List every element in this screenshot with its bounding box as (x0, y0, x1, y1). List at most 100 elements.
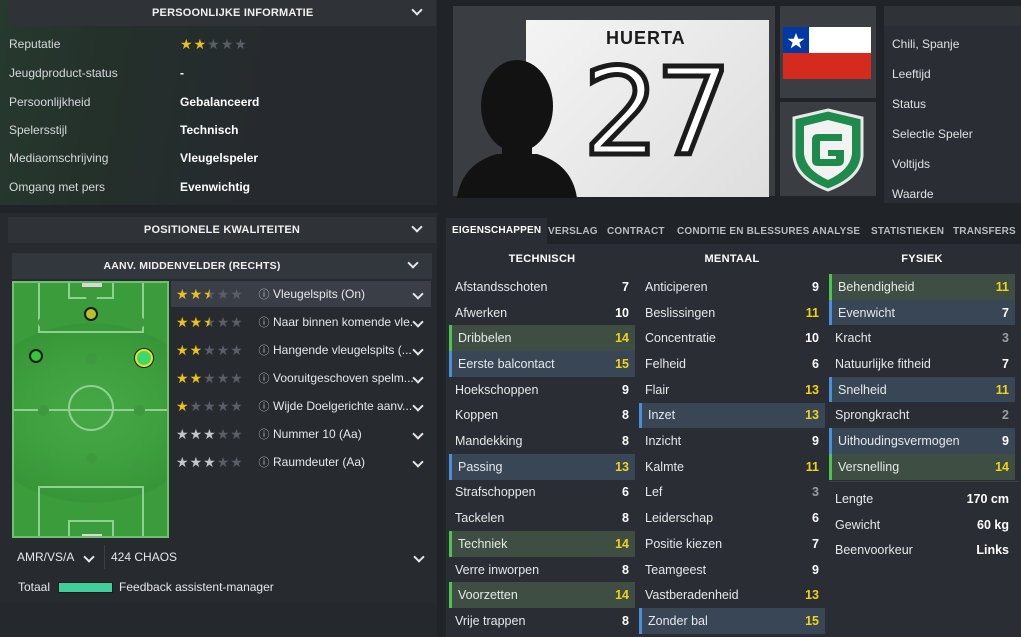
attribute-row[interactable]: Afstandsschoten 7 (449, 274, 635, 300)
attribute-value: 13 (805, 382, 819, 397)
attribute-row[interactable]: Koppen 8 (449, 403, 635, 429)
attribute-row[interactable]: Techniek 14 (449, 531, 635, 557)
attribute-row[interactable]: Sprongkracht 2 (829, 403, 1015, 429)
attribute-row[interactable]: Zonder bal 15 (639, 608, 825, 634)
role-name: Raumdeuter (Aa) (273, 455, 366, 469)
nationality-row[interactable]: Chili, Spanje (892, 29, 959, 59)
role-name: Wijde Doelgerichte aanv... (273, 399, 413, 413)
attribute-row[interactable]: Beslissingen 11 (639, 300, 825, 326)
info-value: Vleugelspeler (180, 151, 259, 165)
attribute-row[interactable]: Inzet 13 (639, 402, 825, 429)
chevron-down-icon[interactable] (414, 318, 423, 327)
info-label: Spelersstijl (9, 123, 68, 137)
positional-header[interactable]: Positionele kwaliteiten (8, 217, 436, 243)
chevron-down-icon[interactable] (409, 259, 418, 268)
attribute-row[interactable]: Strafschoppen 6 (449, 480, 635, 506)
attribute-row[interactable]: Teamgeest 9 (639, 557, 825, 583)
role-duty-dropdown[interactable]: AMR/VS/A (12, 545, 100, 569)
chevron-down-icon[interactable] (414, 430, 423, 439)
info-icon[interactable]: ⓘ (257, 370, 271, 386)
position-dot (38, 405, 49, 416)
attribute-value: 8 (622, 408, 629, 423)
chevron-down-icon[interactable] (415, 553, 424, 562)
info-icon[interactable]: ⓘ (257, 314, 271, 330)
position-dot (86, 453, 97, 464)
bio-row: Gewicht 60 kg (829, 512, 1015, 538)
chevron-down-icon[interactable] (414, 402, 423, 411)
attribute-row[interactable]: Mandekking 8 (449, 428, 635, 454)
tab-statistieken[interactable]: Statistieken (871, 218, 944, 244)
position-dot-amr[interactable] (135, 349, 153, 367)
role-row[interactable]: ★ ★ ★ ★ ★ ⓘ Vleugelspits (On) (171, 281, 431, 307)
tactic-dropdown[interactable]: 424 CHAOS (104, 545, 432, 569)
attribute-row[interactable]: Snelheid 11 (829, 376, 1015, 403)
attribute-row[interactable]: Concentratie 10 (639, 325, 825, 351)
attribute-row[interactable]: Vastberadenheid 13 (639, 582, 825, 608)
attribute-row[interactable]: Hoekschoppen 9 (449, 377, 635, 403)
attribute-row[interactable]: Anticiperen 9 (639, 274, 825, 300)
chevron-down-icon[interactable] (414, 290, 423, 299)
attribute-row[interactable]: Eerste balcontact 15 (449, 351, 635, 377)
attribute-row[interactable]: Kalmte 11 (639, 454, 825, 480)
attribute-row[interactable]: Vrije trappen 8 (449, 608, 635, 634)
tab-conditie[interactable]: Conditie en blessures (677, 218, 810, 244)
attribute-row[interactable]: Evenwicht 7 (829, 299, 1015, 326)
role-row[interactable]: ★ ★ ★ ★ ★ ⓘ Nummer 10 (Aa) (171, 421, 431, 447)
role-row[interactable]: ★ ★ ★ ★ ★ ⓘ Naar binnen komende vle... (171, 309, 431, 335)
attribute-value: 9 (622, 382, 629, 397)
tab-analyse[interactable]: Analyse (812, 218, 860, 244)
role-row[interactable]: ★ ★ ★ ★ ★ ⓘ Hangende vleugelspits (... (171, 337, 431, 363)
chevron-down-icon[interactable] (414, 458, 423, 467)
attribute-row[interactable]: Felheid 6 (639, 351, 825, 377)
attribute-value: 7 (622, 279, 629, 294)
attribute-row[interactable]: Tackelen 8 (449, 505, 635, 531)
tab-transfers[interactable]: Transfers (953, 218, 1016, 244)
attribute-row[interactable]: Positie kiezen 7 (639, 531, 825, 557)
chevron-down-icon[interactable] (413, 223, 422, 232)
role-stars: ★ ★ ★ ★ ★ (176, 342, 243, 358)
position-dropdown[interactable]: AANV. MIDDENVELDER (RECHTS) (12, 253, 432, 279)
role-row[interactable]: ★ ★ ★ ★ ★ ⓘ Vooruitgeschoven spelm... (171, 365, 431, 391)
attribute-name: Eerste balcontact (458, 356, 555, 371)
attribute-row[interactable]: Kracht 3 (829, 325, 1015, 351)
attribute-row[interactable]: Natuurlijke fitheid 7 (829, 351, 1015, 377)
attribute-name: Leiderschap (645, 511, 714, 526)
info-icon[interactable]: ⓘ (257, 426, 271, 442)
attribute-row[interactable]: Versnelling 14 (829, 453, 1015, 480)
attribute-row[interactable]: Passing 13 (449, 453, 635, 480)
star-icon: ★ (193, 36, 207, 52)
attribute-row[interactable]: Verre inworpen 8 (449, 557, 635, 583)
attribute-row[interactable]: Behendigheid 11 (829, 274, 1015, 300)
tab-eigenschappen[interactable]: Eigenschappen (446, 218, 548, 244)
chevron-down-icon[interactable] (414, 374, 423, 383)
bio-label: Lengte (835, 491, 874, 506)
attribute-row[interactable]: Flair 13 (639, 377, 825, 403)
feedback-label[interactable]: Feedback assistent-manager (119, 580, 274, 594)
attribute-name: Inzicht (645, 434, 682, 449)
role-row[interactable]: ★ ★ ★ ★ ★ ⓘ Raumdeuter (Aa) (171, 449, 431, 475)
info-icon[interactable]: ⓘ (257, 342, 271, 358)
chevron-down-icon[interactable] (414, 346, 423, 355)
info-icon[interactable]: ⓘ (257, 286, 271, 302)
attribute-value: 6 (622, 485, 629, 500)
attribute-row[interactable]: Leiderschap 6 (639, 505, 825, 531)
attribute-value: 14 (995, 459, 1009, 474)
attribute-row[interactable]: Inzicht 9 (639, 428, 825, 454)
attribute-row[interactable]: Dribbelen 14 (449, 325, 635, 352)
attribute-name: Vrije trappen (455, 613, 526, 628)
chevron-down-icon[interactable] (413, 6, 422, 15)
tab-contract[interactable]: Contract (607, 218, 665, 244)
info-icon[interactable]: ⓘ (257, 398, 271, 414)
attribute-row[interactable]: Uithoudingsvermogen 9 (829, 428, 1015, 454)
chevron-down-icon[interactable] (85, 553, 94, 562)
attribute-name: Vastberadenheid (645, 588, 739, 603)
tab-verslag[interactable]: Verslag (548, 218, 598, 244)
attribute-row[interactable]: Voorzetten 14 (449, 582, 635, 609)
attribute-row[interactable]: Lef 3 (639, 480, 825, 506)
role-name: Nummer 10 (Aa) (273, 427, 362, 441)
role-row[interactable]: ★ ★ ★ ★ ★ ⓘ Wijde Doelgerichte aanv... (171, 393, 431, 419)
info-icon[interactable]: ⓘ (257, 454, 271, 470)
personal-info-header[interactable]: Persoonlijke informatie (8, 0, 436, 26)
attribute-row[interactable]: Afwerken 10 (449, 300, 635, 326)
attribute-value: 9 (812, 434, 819, 449)
